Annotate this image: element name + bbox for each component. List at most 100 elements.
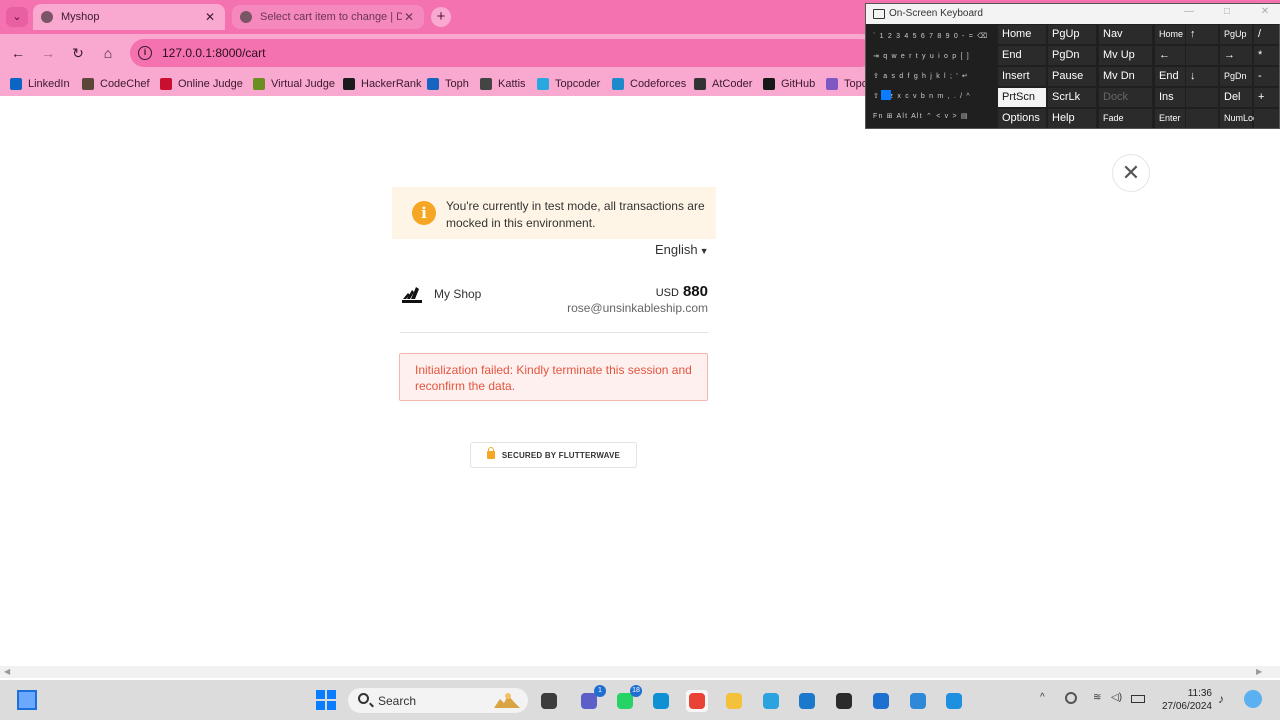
scroll-left-icon[interactable]: ◀ [4,666,10,678]
wifi-icon[interactable]: ≋ [1093,692,1101,703]
whatsapp-icon[interactable]: 18 [614,685,642,712]
osk-key[interactable]: PgUp [1220,25,1252,44]
osk-key[interactable]: Dock [1099,88,1152,107]
osk-key[interactable]: Options [998,109,1046,128]
osk-key[interactable]: Ins [1155,88,1185,107]
battery-icon[interactable] [1131,695,1145,703]
tab-search-button[interactable]: ⌄ [6,7,28,27]
bookmark-item[interactable]: GitHub [763,77,815,91]
close-tab-icon[interactable]: ✕ [203,10,217,24]
close-icon[interactable]: ✕ [1258,6,1272,17]
chrome-icon[interactable] [686,690,708,712]
horizontal-scrollbar[interactable]: ◀ ▶ [0,666,1280,678]
osk-key[interactable]: Home [998,25,1046,44]
osk-key[interactable]: End [1155,67,1185,86]
url-text[interactable]: 127.0.0.1:8000/cart [162,46,265,60]
terminal-icon[interactable] [833,690,855,712]
osk-title-bar[interactable]: On-Screen Keyboard — □ ✕ [866,4,1280,24]
osk-key[interactable] [1186,109,1218,128]
test-mode-notice: i You're currently in test mode, all tra… [392,187,716,239]
snipping-tool-icon[interactable] [943,690,965,712]
osk-key[interactable]: NumLock [1220,109,1262,128]
store-icon[interactable] [870,690,892,712]
bookmark-label: Toph [445,78,469,90]
bookmark-item[interactable]: Kattis [480,77,526,91]
new-tab-button[interactable]: + [431,7,451,27]
bookmark-item[interactable]: Codeforces [612,77,686,91]
osk-key[interactable]: Nav [1099,25,1152,44]
copilot-icon[interactable] [1244,690,1262,708]
osk-key-row[interactable]: Fn ⊞ Alt Alt ⌃ < v > ▤ [869,108,993,126]
osk-key[interactable]: Help [1048,109,1096,128]
osk-key[interactable]: PgUp [1048,25,1096,44]
osk-key[interactable]: Enter [1155,109,1185,128]
osk-key[interactable]: Mv Dn [1099,67,1152,86]
osk-key[interactable]: Fade [1099,109,1152,128]
volume-icon[interactable]: ◁) [1111,692,1122,703]
osk-key[interactable]: Home [1155,25,1185,44]
osk-key-row[interactable]: ⇪ a s d f g h j k l ; ' ↵ [869,68,993,86]
widgets-icon[interactable] [17,690,37,710]
bookmark-item[interactable]: CodeChef [82,77,150,91]
bookmark-item[interactable]: Online Judge [160,77,243,91]
telegram-icon[interactable] [760,690,782,712]
minimize-icon[interactable]: — [1182,6,1196,17]
back-button[interactable]: ← [8,43,28,63]
osk-key[interactable]: + [1254,88,1279,107]
language-selector[interactable]: English ▼ [655,242,709,257]
osk-key[interactable]: ↑ [1186,25,1218,44]
osk-key[interactable] [1186,88,1218,107]
osk-key[interactable]: PrtScn [998,88,1046,107]
home-button[interactable]: ⌂ [98,43,118,63]
osk-key[interactable]: → [1220,46,1252,65]
reload-button[interactable]: ↻ [68,43,88,63]
tab-myshop[interactable]: Myshop ✕ [33,4,225,30]
osk-key-row[interactable]: ⇥ q w e r t y u i o p [ ] [869,48,993,66]
osk-key[interactable]: PgDn [1048,46,1096,65]
close-checkout-button[interactable]: ✕ [1112,154,1150,192]
bookmark-item[interactable]: Toph [427,77,469,91]
onedrive-icon[interactable] [1065,692,1077,704]
scroll-right-icon[interactable]: ▶ [1256,666,1262,678]
vscode-icon[interactable] [796,690,818,712]
forward-button[interactable]: → [38,43,58,63]
app-glyph [799,693,815,709]
taskbar-search[interactable]: Search [348,688,528,713]
bookmark-item[interactable]: LinkedIn [10,77,70,91]
osk-key[interactable]: - [1254,67,1279,86]
notification-bell-icon[interactable]: ♪ [1218,692,1224,706]
osk-key[interactable] [1254,109,1279,128]
bookmark-item[interactable]: Virtual Judge [253,77,335,91]
osk-key[interactable]: Mv Up [1099,46,1152,65]
system-clock[interactable]: 11:36 27/06/2024 [1158,687,1212,713]
osk-key[interactable]: ← [1155,46,1185,65]
edge-icon[interactable] [650,690,672,712]
osk-key-row[interactable]: ` 1 2 3 4 5 6 7 8 9 0 - = ⌫ [869,28,993,46]
osk-key[interactable]: / [1254,25,1279,44]
start-button[interactable] [316,690,336,710]
tab-django-admin[interactable]: Select cart item to change | Dja ✕ [232,5,424,29]
teams-icon[interactable]: 1 [578,685,606,712]
remote-desktop-icon[interactable] [907,690,929,712]
osk-key[interactable] [1186,46,1218,65]
osk-key[interactable]: Del [1220,88,1252,107]
bookmark-item[interactable]: AtCoder [694,77,752,91]
osk-key[interactable]: * [1254,46,1279,65]
file-explorer-dark-icon[interactable] [538,690,560,712]
osk-key[interactable]: ↓ [1186,67,1218,86]
show-hidden-icons-icon[interactable]: ^ [1040,692,1045,703]
close-tab-icon[interactable]: ✕ [402,10,416,24]
osk-key[interactable]: ScrLk [1048,88,1096,107]
osk-key[interactable]: Pause [1048,67,1096,86]
bookmark-item[interactable]: HackerRank [343,77,422,91]
windows-key-icon[interactable] [881,90,891,100]
osk-key[interactable]: PgDn [1220,67,1252,86]
address-bar[interactable]: i 127.0.0.1:8000/cart [130,39,875,67]
osk-key[interactable]: End [998,46,1046,65]
bookmark-item[interactable]: Topcoder [537,77,600,91]
file-explorer-icon[interactable] [723,690,745,712]
bookmark-item[interactable]: Topc [826,77,867,91]
maximize-icon[interactable]: □ [1220,6,1234,17]
site-info-icon[interactable]: i [138,46,152,60]
osk-key[interactable]: Insert [998,67,1046,86]
